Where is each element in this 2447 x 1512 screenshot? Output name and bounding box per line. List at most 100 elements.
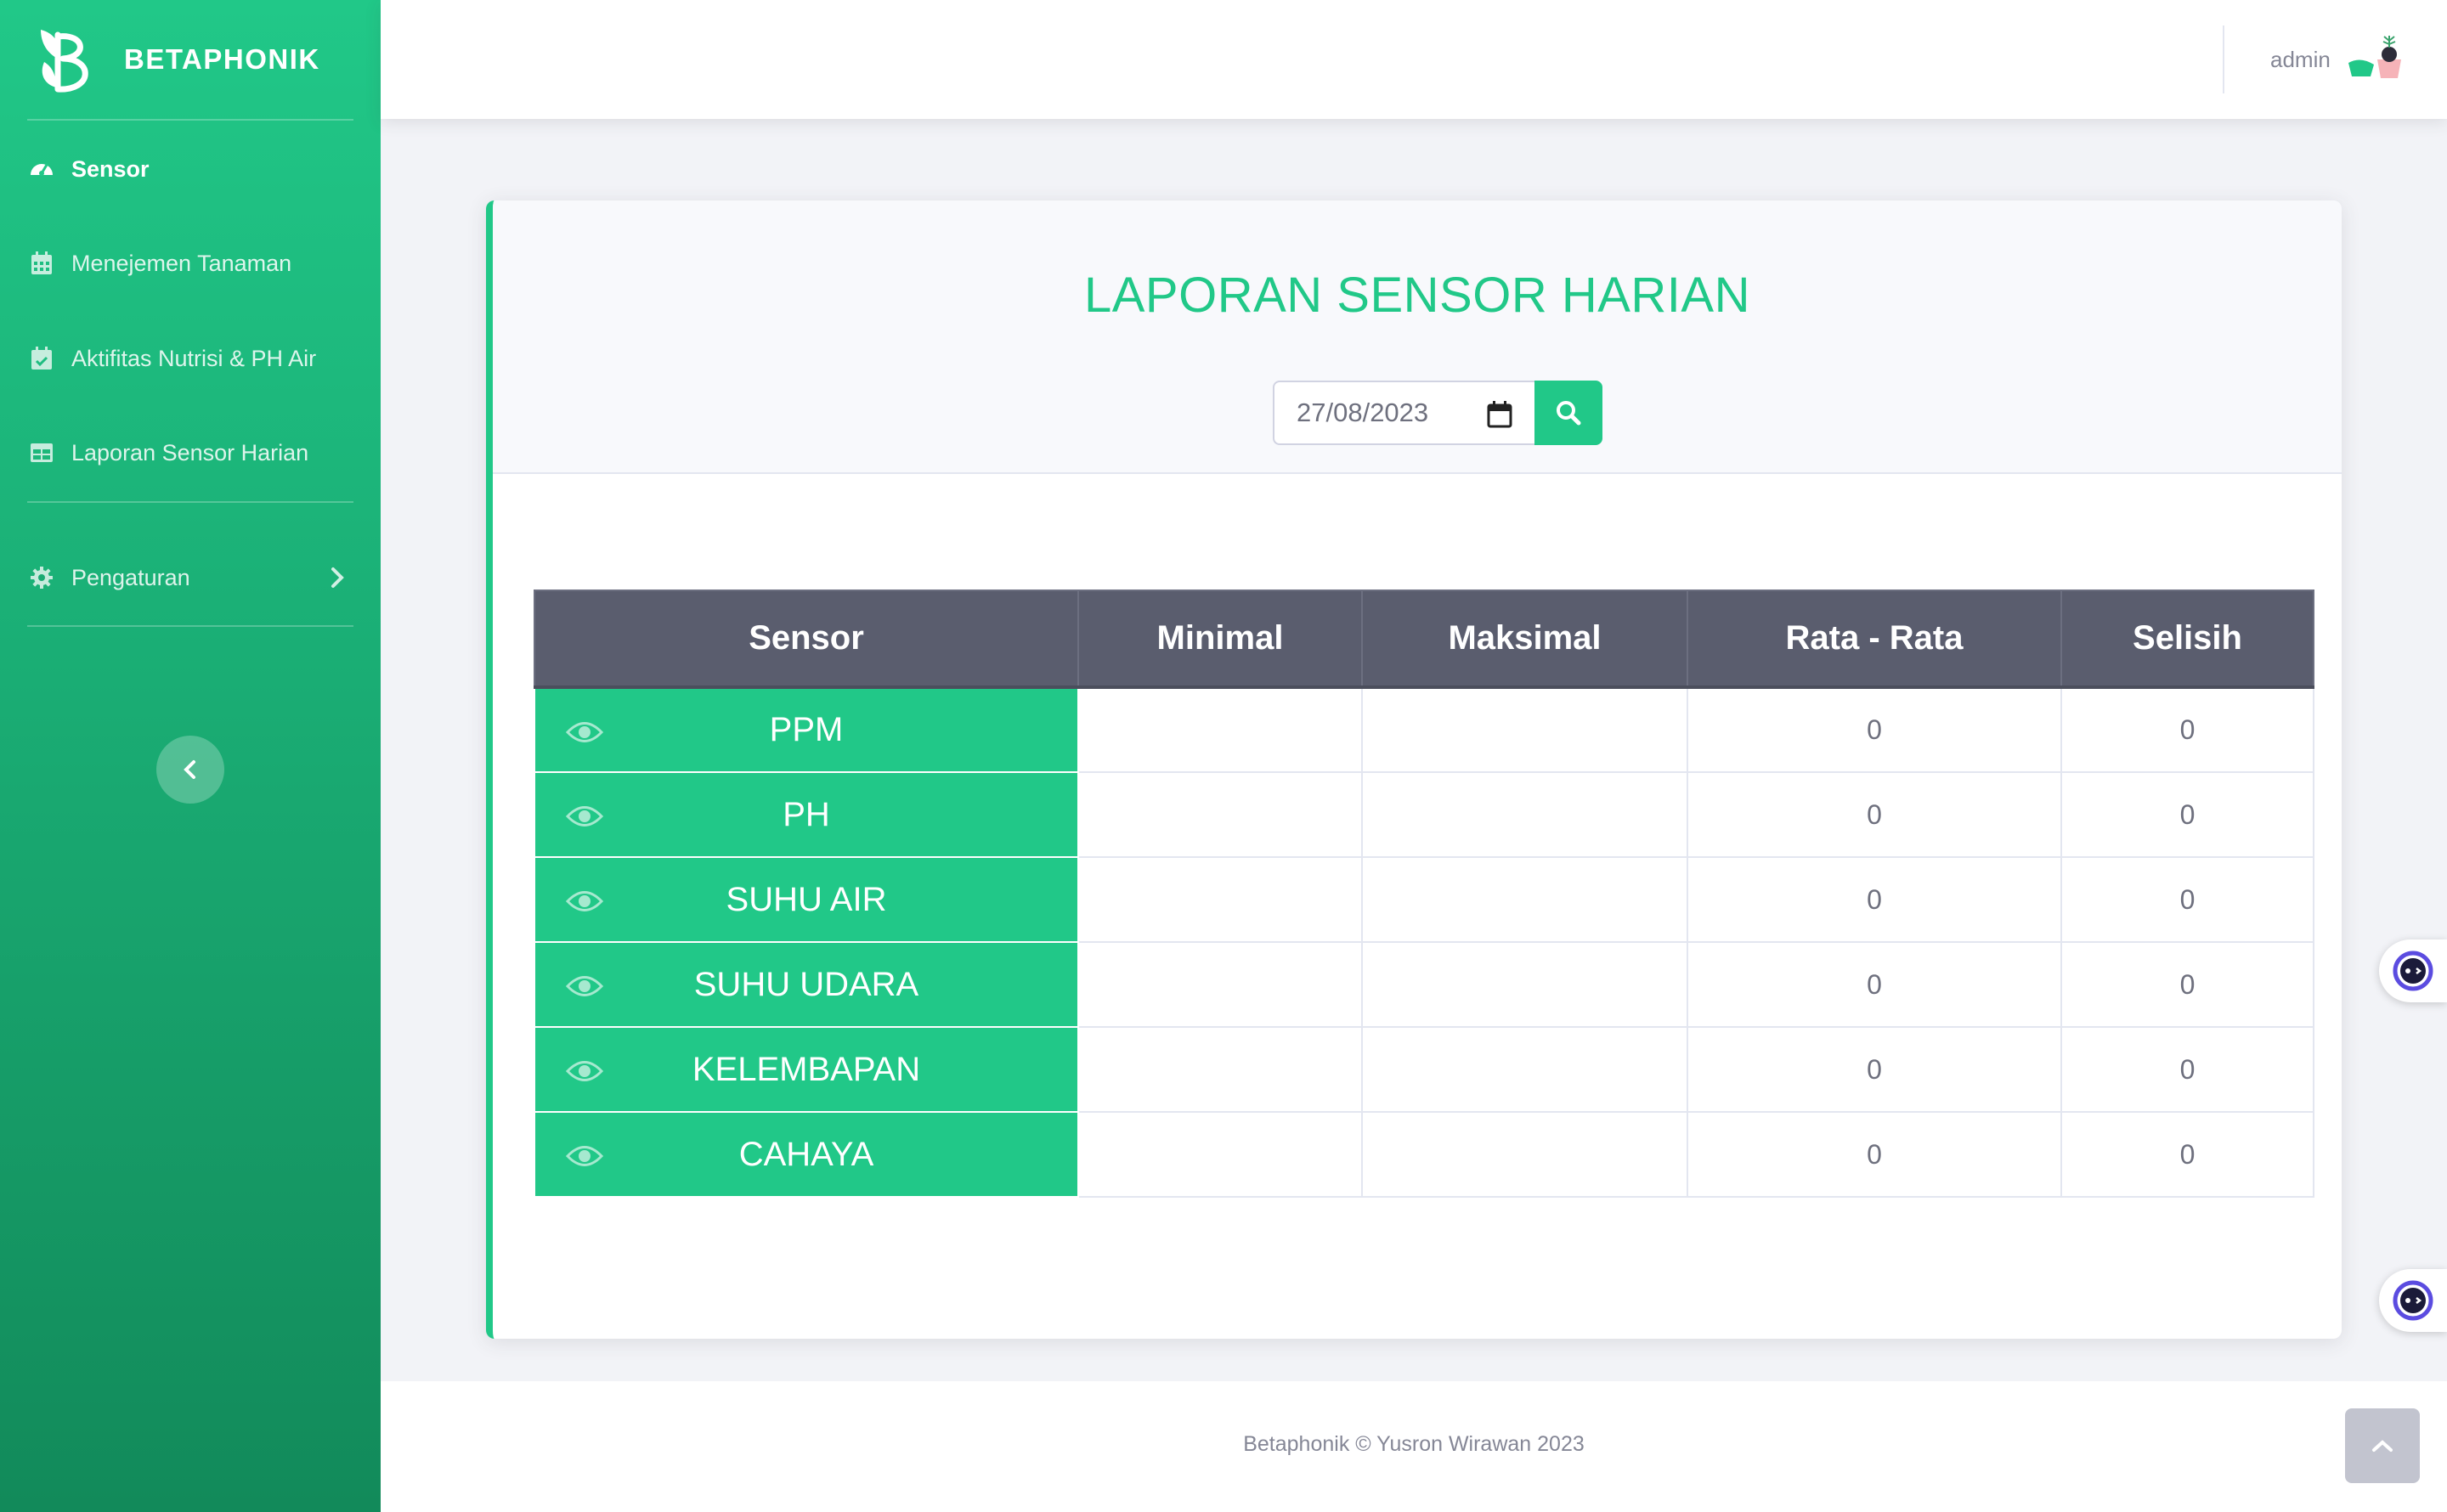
scroll-to-top-button[interactable]: [2345, 1408, 2420, 1483]
sensor-cell: PH: [534, 771, 1079, 858]
eye-icon[interactable]: [566, 804, 603, 829]
sidebar-item-sensor[interactable]: Sensor: [0, 131, 381, 207]
minimal-cell: [1077, 941, 1363, 1028]
search-icon: [1557, 401, 1581, 426]
column-header-sensor: Sensor: [534, 590, 1079, 689]
sidebar-divider: [27, 119, 353, 121]
sensor-name: PPM: [769, 711, 844, 748]
avatar[interactable]: [2345, 34, 2406, 85]
sensor-cell: CAHAYA: [534, 1111, 1079, 1198]
minimal-cell: [1077, 771, 1363, 858]
chevron-up-icon: [2372, 1440, 2393, 1452]
rata-rata-cell: 0: [1687, 1026, 2062, 1113]
date-input-value: 27/08/2023: [1297, 398, 1429, 427]
sensor-cell: KELEMBAPAN: [534, 1026, 1079, 1113]
sidebar-toggle-button[interactable]: [156, 736, 224, 804]
chevron-right-icon: [331, 567, 344, 588]
rata-rata-cell: 0: [1687, 686, 2062, 773]
sidebar-item-label: Pengaturan: [71, 564, 190, 590]
calendar-check-icon: [29, 346, 54, 371]
rata-rata-cell: 0: [1687, 856, 2062, 943]
table-row: PPM 0 0: [534, 686, 2314, 773]
sensor-name: SUHU UDARA: [693, 965, 919, 1003]
rata-rata-cell: 0: [1687, 1111, 2062, 1198]
selisih-cell: 0: [2060, 771, 2314, 858]
sidebar-item-menejemen-tanaman[interactable]: Menejemen Tanaman: [0, 225, 381, 302]
table-row: PH 0 0: [534, 771, 2314, 858]
sidebar-item-label: Menejemen Tanaman: [71, 250, 292, 276]
bot-icon: [2393, 1280, 2433, 1321]
chat-bot-widget[interactable]: [2379, 1269, 2447, 1332]
column-header-selisih: Selisih: [2060, 590, 2314, 689]
rata-rata-cell: 0: [1687, 941, 2062, 1028]
eye-icon[interactable]: [566, 889, 603, 914]
sidebar-item-label: Laporan Sensor Harian: [71, 439, 309, 465]
sidebar-item-label: Sensor: [71, 155, 150, 182]
table-row: SUHU AIR 0 0: [534, 856, 2314, 943]
sidebar-item-label: Aktifitas Nutrisi & PH Air: [71, 345, 317, 371]
maksimal-cell: [1361, 941, 1688, 1028]
topbar: admin: [381, 0, 2447, 119]
minimal-cell: [1077, 686, 1363, 773]
table-row: CAHAYA 0 0: [534, 1111, 2314, 1198]
sensor-name: KELEMBAPAN: [692, 1050, 921, 1088]
page-title: LAPORAN SENSOR HARIAN: [1083, 268, 1750, 323]
calendar-icon: [29, 251, 54, 276]
eye-icon[interactable]: [566, 973, 603, 999]
table-icon: [29, 440, 54, 465]
sidebar: BETAPHONIK Sensor Menejemen Tanaman Akti…: [0, 0, 381, 1512]
minimal-cell: [1077, 856, 1363, 943]
sidebar-item-aktifitas-nutrisi[interactable]: Aktifitas Nutrisi & PH Air: [0, 320, 381, 397]
tachometer-icon: [29, 156, 54, 182]
selisih-cell: 0: [2060, 1026, 2314, 1113]
sensor-cell: PPM: [534, 686, 1079, 773]
column-header-minimal: Minimal: [1077, 590, 1363, 689]
chevron-left-icon: [184, 760, 195, 779]
maksimal-cell: [1361, 1111, 1688, 1198]
topbar-divider: [2223, 25, 2224, 93]
eye-icon[interactable]: [566, 1143, 603, 1169]
maksimal-cell: [1361, 686, 1688, 773]
maksimal-cell: [1361, 1026, 1688, 1113]
sensor-name: CAHAYA: [738, 1135, 874, 1173]
brand-name: BETAPHONIK: [124, 43, 320, 75]
rata-rata-cell: 0: [1687, 771, 2062, 858]
brand[interactable]: BETAPHONIK: [0, 0, 381, 119]
user-name[interactable]: admin: [2270, 0, 2331, 119]
footer-copyright: Betaphonik © Yusron Wirawan 2023: [1243, 1432, 1585, 1456]
table-row: KELEMBAPAN 0 0: [534, 1026, 2314, 1113]
sidebar-divider: [27, 625, 353, 627]
column-header-maksimal: Maksimal: [1361, 590, 1688, 689]
selisih-cell: 0: [2060, 686, 2314, 773]
sidebar-item-laporan-sensor[interactable]: Laporan Sensor Harian: [0, 415, 381, 491]
date-input[interactable]: 27/08/2023: [1273, 381, 1534, 445]
selisih-cell: 0: [2060, 941, 2314, 1028]
gear-icon: [29, 565, 54, 590]
report-card: LAPORAN SENSOR HARIAN 27/08/2023 Sensor: [486, 200, 2342, 1339]
table-header-row: Sensor Minimal Maksimal Rata - Rata Seli…: [534, 590, 2314, 689]
eye-icon[interactable]: [566, 719, 603, 745]
brand-logo-icon: [41, 30, 88, 93]
sidebar-item-pengaturan[interactable]: Pengaturan: [0, 539, 381, 616]
table-row: SUHU UDARA 0 0: [534, 941, 2314, 1028]
minimal-cell: [1077, 1026, 1363, 1113]
column-header-rata-rata: Rata - Rata: [1687, 590, 2062, 689]
selisih-cell: 0: [2060, 856, 2314, 943]
chat-bot-widget[interactable]: [2379, 939, 2447, 1002]
sensor-name: SUHU AIR: [726, 880, 887, 918]
sensor-cell: SUHU AIR: [534, 856, 1079, 943]
calendar-icon[interactable]: [1487, 401, 1512, 428]
maksimal-cell: [1361, 771, 1688, 858]
sensor-name: PH: [783, 795, 830, 833]
bot-icon: [2393, 951, 2433, 991]
sensor-report-table: Sensor Minimal Maksimal Rata - Rata Seli…: [534, 590, 2314, 1198]
minimal-cell: [1077, 1111, 1363, 1198]
footer: Betaphonik © Yusron Wirawan 2023: [381, 1381, 2447, 1512]
eye-icon[interactable]: [566, 1058, 603, 1084]
maksimal-cell: [1361, 856, 1688, 943]
date-filter: 27/08/2023: [1273, 381, 1602, 445]
selisih-cell: 0: [2060, 1111, 2314, 1198]
report-card-header: LAPORAN SENSOR HARIAN 27/08/2023: [493, 200, 2342, 474]
search-button[interactable]: [1534, 381, 1602, 445]
sensor-cell: SUHU UDARA: [534, 941, 1079, 1028]
